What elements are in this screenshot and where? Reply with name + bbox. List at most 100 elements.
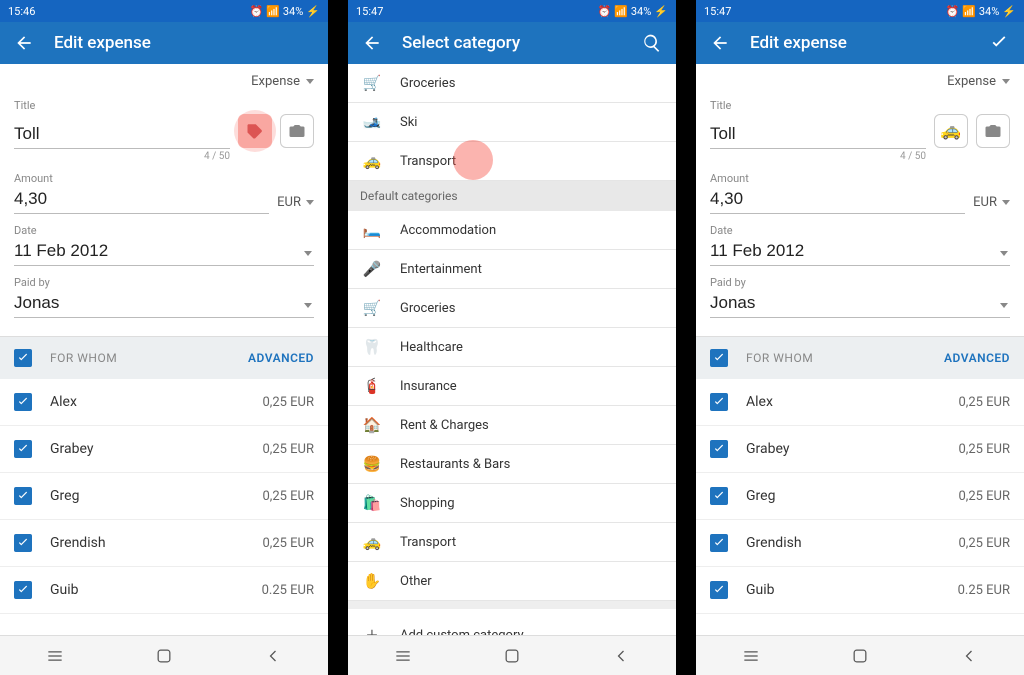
- person-checkbox[interactable]: [14, 440, 32, 458]
- home-icon[interactable]: [154, 646, 174, 666]
- status-icons: ⏰ 📶 34% ⚡: [598, 5, 668, 18]
- category-item[interactable]: 🦷Healthcare: [348, 328, 676, 367]
- recents-icon[interactable]: [393, 646, 413, 666]
- category-button[interactable]: [238, 114, 272, 148]
- person-checkbox[interactable]: [710, 440, 728, 458]
- plus-icon: +: [362, 623, 382, 635]
- person-amount: 0,25 EUR: [262, 395, 314, 410]
- camera-button[interactable]: [976, 114, 1010, 148]
- category-button[interactable]: 🚕: [934, 114, 968, 148]
- person-checkbox[interactable]: [710, 487, 728, 505]
- expense-type-select[interactable]: Expense: [696, 64, 1024, 95]
- category-item[interactable]: 🏠Rent & Charges: [348, 406, 676, 445]
- category-item[interactable]: 🛏️Accommodation: [348, 211, 676, 250]
- category-item[interactable]: 🧯Insurance: [348, 367, 676, 406]
- advanced-button[interactable]: ADVANCED: [248, 351, 314, 365]
- paidby-input[interactable]: [14, 291, 314, 318]
- person-checkbox[interactable]: [710, 581, 728, 599]
- person-row[interactable]: Grendish0,25 EUR: [696, 520, 1024, 567]
- home-icon[interactable]: [850, 646, 870, 666]
- app-bar: Select category: [348, 22, 676, 64]
- category-icon: 🛏️: [362, 221, 382, 239]
- person-row[interactable]: Alex0,25 EUR: [696, 379, 1024, 426]
- person-row[interactable]: Guib0.25 EUR: [696, 567, 1024, 614]
- category-icon: 🚕: [362, 152, 382, 170]
- amount-input[interactable]: [14, 187, 269, 214]
- person-checkbox[interactable]: [710, 393, 728, 411]
- for-whom-label: FOR WHOM: [50, 351, 248, 365]
- person-row[interactable]: Greg0,25 EUR: [0, 473, 328, 520]
- category-item[interactable]: 🛍️Shopping: [348, 484, 676, 523]
- person-amount: 0.25 EUR: [958, 583, 1010, 598]
- select-all-checkbox[interactable]: [710, 349, 728, 367]
- person-checkbox[interactable]: [710, 534, 728, 552]
- person-row[interactable]: Guib0.25 EUR: [0, 567, 328, 614]
- currency-select[interactable]: EUR: [973, 195, 1010, 214]
- camera-button[interactable]: [280, 114, 314, 148]
- phone-screen-3: 15:47 ⏰ 📶 34% ⚡ Edit expense Expense Tit…: [696, 0, 1024, 675]
- chevron-down-icon: [306, 79, 314, 84]
- title-input[interactable]: [710, 122, 926, 149]
- category-item[interactable]: 🛒Groceries: [348, 289, 676, 328]
- person-name: Greg: [746, 488, 958, 504]
- date-input[interactable]: [14, 239, 314, 266]
- category-item[interactable]: ✋Other: [348, 562, 676, 601]
- title-input[interactable]: [14, 122, 230, 149]
- expense-type-select[interactable]: Expense: [0, 64, 328, 95]
- advanced-button[interactable]: ADVANCED: [944, 351, 1010, 365]
- person-row[interactable]: Alex0,25 EUR: [0, 379, 328, 426]
- select-all-checkbox[interactable]: [14, 349, 32, 367]
- category-item[interactable]: 🚕Transport: [348, 523, 676, 562]
- date-input[interactable]: [710, 239, 1010, 266]
- person-checkbox[interactable]: [14, 534, 32, 552]
- category-icon: 🎿: [362, 113, 382, 131]
- back-icon[interactable]: [710, 33, 730, 53]
- search-icon[interactable]: [642, 33, 662, 53]
- amount-input[interactable]: [710, 187, 965, 214]
- person-row[interactable]: Grabey0,25 EUR: [0, 426, 328, 473]
- back-icon[interactable]: [14, 33, 34, 53]
- app-bar: Edit expense: [0, 22, 328, 64]
- add-custom-category[interactable]: + Add custom category: [348, 609, 676, 635]
- back-nav-icon[interactable]: [611, 646, 631, 666]
- category-item[interactable]: 🎿Ski: [348, 103, 676, 142]
- confirm-icon[interactable]: [988, 32, 1010, 54]
- person-row[interactable]: Grabey0,25 EUR: [696, 426, 1024, 473]
- status-time: 15:47: [704, 5, 731, 18]
- for-whom-header: FOR WHOM ADVANCED: [0, 336, 328, 379]
- back-icon[interactable]: [362, 33, 382, 53]
- back-nav-icon[interactable]: [263, 646, 283, 666]
- amount-label: Amount: [14, 172, 314, 185]
- nav-bar: [696, 635, 1024, 675]
- category-item[interactable]: 🎤Entertainment: [348, 250, 676, 289]
- category-item[interactable]: 🍔Restaurants & Bars: [348, 445, 676, 484]
- category-item[interactable]: 🚕Transport: [348, 142, 676, 181]
- person-row[interactable]: Grendish0,25 EUR: [0, 520, 328, 567]
- paidby-input[interactable]: [710, 291, 1010, 318]
- amount-label: Amount: [710, 172, 1010, 185]
- people-list-3: Alex0,25 EURGrabey0,25 EURGreg0,25 EURGr…: [696, 379, 1024, 614]
- status-bar: 15:47 ⏰ 📶 34% ⚡: [348, 0, 676, 22]
- tap-indicator: [453, 140, 493, 180]
- person-name: Alex: [50, 394, 262, 410]
- person-amount: 0.25 EUR: [262, 583, 314, 598]
- chevron-down-icon: [1002, 200, 1010, 205]
- title-label: Title: [14, 99, 314, 112]
- person-name: Grendish: [746, 535, 958, 551]
- person-checkbox[interactable]: [14, 487, 32, 505]
- page-title: Select category: [402, 33, 622, 53]
- home-icon[interactable]: [502, 646, 522, 666]
- recents-icon[interactable]: [741, 646, 761, 666]
- status-bar: 15:46 ⏰ 📶 34% ⚡: [0, 0, 328, 22]
- currency-select[interactable]: EUR: [277, 195, 314, 214]
- recents-icon[interactable]: [45, 646, 65, 666]
- content: 🛒Groceries🎿Ski🚕Transport Default categor…: [348, 64, 676, 635]
- category-item[interactable]: 🛒Groceries: [348, 64, 676, 103]
- transport-icon: 🚕: [940, 121, 961, 141]
- person-checkbox[interactable]: [14, 393, 32, 411]
- default-list: 🛏️Accommodation🎤Entertainment🛒Groceries🦷…: [348, 211, 676, 601]
- person-row[interactable]: Greg0,25 EUR: [696, 473, 1024, 520]
- person-checkbox[interactable]: [14, 581, 32, 599]
- person-name: Grendish: [50, 535, 262, 551]
- back-nav-icon[interactable]: [959, 646, 979, 666]
